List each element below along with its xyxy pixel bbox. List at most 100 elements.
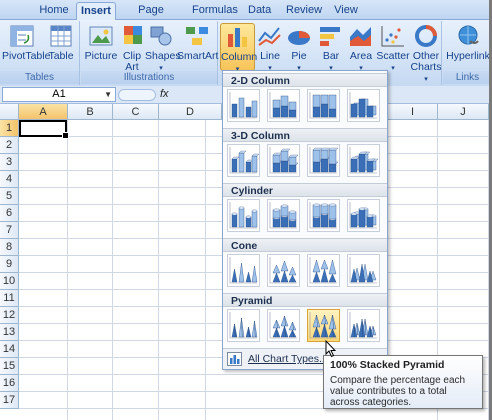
cone-percent-stacked-option[interactable] — [307, 254, 340, 287]
cone-clustered-option[interactable] — [227, 254, 260, 287]
cylinder-clustered-option[interactable] — [227, 199, 260, 232]
pie-chart-button[interactable]: Pie ▾ — [285, 23, 313, 74]
column-header-c[interactable]: C — [113, 104, 159, 120]
pie-chart-icon — [288, 31, 310, 45]
column2d-percent-stacked-icon — [309, 92, 337, 119]
cylinder-stacked-option[interactable] — [267, 199, 300, 232]
formula-bar-handle[interactable] — [118, 89, 156, 101]
column3d-clustered-option[interactable] — [227, 144, 260, 177]
smartart-label: SmartArt — [177, 50, 219, 62]
column3d-stacked-icon — [269, 147, 299, 174]
smartart-button[interactable]: SmartArt — [177, 23, 219, 62]
tab-home[interactable]: Home — [34, 2, 74, 20]
tab-review[interactable]: Review — [282, 2, 322, 20]
column2d-three-d-option[interactable] — [347, 89, 380, 122]
bar-chart-icon — [320, 27, 340, 46]
clipart-button[interactable]: Clip Art — [119, 23, 145, 73]
column-chart-button[interactable]: Column ▾ — [220, 23, 257, 73]
tooltip-body: Compare the percentage each value contri… — [330, 375, 466, 408]
pyramid-stacked-icon — [269, 312, 297, 339]
other-charts-label: Other Charts — [410, 50, 442, 73]
tab-formulas[interactable]: Formulas — [188, 2, 238, 20]
line-chart-button[interactable]: Line ▾ — [256, 23, 284, 74]
cylinder-percent-stacked-option[interactable] — [307, 199, 340, 232]
illustrations-group: Picture Clip Art Shapes ▾ SmartArt Illus… — [81, 21, 218, 85]
cone-three-d-option[interactable] — [347, 254, 380, 287]
pyramid-stacked-option[interactable] — [267, 309, 300, 342]
row-header[interactable]: 7 — [0, 222, 19, 239]
area-chart-button[interactable]: Area ▾ — [346, 23, 376, 74]
cone-stacked-option[interactable] — [267, 254, 300, 287]
column2d-clustered-icon — [229, 92, 258, 119]
row-header[interactable]: 6 — [0, 205, 19, 222]
row-header[interactable]: 8 — [0, 239, 19, 256]
row-header[interactable]: 4 — [0, 171, 19, 188]
column-chart-icon — [227, 28, 247, 47]
illustrations-group-label: Illustrations — [81, 71, 217, 84]
column-header-d[interactable]: D — [159, 104, 222, 120]
name-box[interactable]: A1 ▼ — [2, 87, 116, 102]
column2d-percent-stacked-option[interactable] — [307, 89, 340, 122]
bar-chart-button[interactable]: Bar ▾ — [316, 23, 346, 74]
pyramid-clustered-option[interactable] — [227, 309, 260, 342]
links-group-label: Links — [443, 71, 492, 84]
row-header[interactable]: 15 — [0, 358, 19, 375]
row-header[interactable]: 1 — [0, 120, 19, 137]
row-header[interactable]: 13 — [0, 324, 19, 341]
scatter-chart-icon — [381, 26, 404, 47]
cone-percent-stacked-icon — [309, 257, 337, 284]
links-group: Hyperlink Links — [443, 21, 492, 85]
column3d-percent-stacked-option[interactable] — [307, 144, 340, 177]
bar-chart-label: Bar — [322, 50, 340, 62]
tab-page-layout[interactable]: Page Layout — [122, 2, 180, 32]
cylinder-three-d-option[interactable] — [347, 199, 380, 232]
row-header[interactable]: 11 — [0, 290, 19, 307]
section-cylinder: Cylinder — [223, 183, 387, 197]
clipart-label: Clip Art — [122, 50, 142, 73]
row-header[interactable]: 10 — [0, 273, 19, 290]
gridline — [205, 120, 206, 420]
row-header[interactable]: 12 — [0, 307, 19, 324]
cylinder-clustered-icon — [229, 202, 258, 229]
column3d-clustered-icon — [229, 147, 259, 174]
pyramid-percent-stacked-option[interactable] — [307, 309, 340, 342]
row-header[interactable]: 2 — [0, 137, 19, 154]
column-header-i[interactable]: I — [388, 104, 438, 120]
cylinder-percent-stacked-icon — [309, 202, 337, 229]
column3d-three-d-option[interactable] — [347, 144, 380, 177]
column3d-stacked-option[interactable] — [267, 144, 300, 177]
other-charts-button[interactable]: Other Charts ▾ — [410, 23, 442, 85]
picture-button[interactable]: Picture — [83, 23, 119, 62]
row-header[interactable]: 9 — [0, 256, 19, 273]
select-all-corner[interactable] — [0, 104, 19, 120]
pyramid-three-d-option[interactable] — [347, 309, 380, 342]
row-header[interactable]: 3 — [0, 154, 19, 171]
tab-view[interactable]: View — [330, 2, 362, 20]
insert-function-icon[interactable]: fx — [160, 88, 169, 100]
column2d-clustered-option[interactable] — [227, 89, 260, 122]
column-header-a[interactable]: A — [19, 104, 68, 120]
all-chart-types-icon — [227, 352, 242, 366]
column-header-b[interactable]: B — [68, 104, 113, 120]
tab-insert[interactable]: Insert — [76, 2, 116, 21]
tooltip-title: 100% Stacked Pyramid — [330, 359, 445, 371]
other-charts-icon — [415, 25, 437, 47]
name-box-dropdown-icon[interactable]: ▼ — [104, 88, 112, 101]
tab-data[interactable]: Data — [244, 2, 274, 20]
row-header[interactable]: 14 — [0, 341, 19, 358]
pivottable-button[interactable]: PivotTable — [2, 23, 50, 62]
row-header[interactable]: 16 — [0, 375, 19, 392]
table-button[interactable]: Table — [44, 23, 78, 62]
row-header[interactable]: 17 — [0, 392, 19, 409]
active-cell-a1[interactable] — [19, 120, 69, 139]
column2d-stacked-option[interactable] — [267, 89, 300, 122]
smartart-icon — [186, 27, 208, 45]
other-charts-dropdown-icon: ▾ — [424, 76, 428, 83]
name-box-value: A1 — [52, 88, 66, 100]
row-header[interactable]: 5 — [0, 188, 19, 205]
all-chart-types-label: All Chart Types... — [248, 353, 328, 365]
shapes-button[interactable]: Shapes ▾ — [145, 23, 181, 74]
scatter-chart-button[interactable]: Scatter ▾ — [376, 23, 410, 74]
hyperlink-button[interactable]: Hyperlink — [446, 23, 490, 62]
column-header-j[interactable]: J — [438, 104, 489, 120]
